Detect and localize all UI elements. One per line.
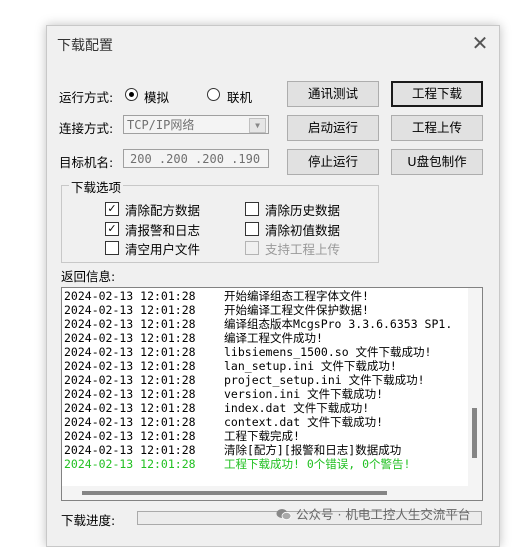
log-message: 编译组态版本McgsPro 3.3.6.6353 SP1. — [224, 317, 453, 331]
project-upload-button[interactable]: 工程上传 — [391, 115, 483, 141]
log-horizontal-scrollbar[interactable] — [62, 486, 468, 500]
log-time: 2024-02-13 12:01:28 — [64, 443, 196, 457]
download-options-title: 下载选项 — [69, 177, 124, 196]
progress-label: 下载进度: — [61, 513, 116, 528]
dialog-title: 下载配置 — [57, 38, 113, 54]
stop-run-button[interactable]: 停止运行 — [287, 149, 379, 175]
run-mode-label: 运行方式: — [59, 90, 114, 105]
radio-simulate[interactable] — [125, 88, 138, 101]
watermark: 公众号 · 机电工控人生交流平台 — [276, 504, 470, 523]
log-time: 2024-02-13 12:01:28 — [64, 303, 196, 317]
log-message: lan_setup.ini 文件下载成功! — [224, 359, 397, 373]
comm-test-button[interactable]: 通讯测试 — [287, 81, 379, 107]
project-download-button[interactable]: 工程下载 — [391, 81, 483, 107]
log-time: 2024-02-13 12:01:28 — [64, 345, 196, 359]
log-line: 2024-02-13 12:01:28 开始编译工程文件保护数据! — [64, 303, 369, 317]
log-line: 2024-02-13 12:01:28 工程下载成功! 0个错误, 0个警告! — [64, 457, 410, 471]
clear-initial-label: 清除初值数据 — [265, 223, 341, 238]
log-line: 2024-02-13 12:01:28 清除[配方][报警和日志]数据成功 — [64, 443, 401, 457]
log-message: 工程下载完成! — [224, 429, 300, 443]
log-message: context.dat 文件下载成功! — [224, 415, 384, 429]
clear-history-label: 清除历史数据 — [265, 203, 341, 218]
log-time: 2024-02-13 12:01:28 — [64, 289, 196, 303]
usb-package-button[interactable]: U盘包制作 — [391, 149, 483, 175]
log-line: 2024-02-13 12:01:28 编译组态版本McgsPro 3.3.6.6… — [64, 317, 452, 331]
clear-recipe-label: 清除配方数据 — [125, 203, 201, 218]
log-message: 开始编译工程文件保护数据! — [224, 303, 369, 317]
log-message: 编译工程文件成功! — [224, 331, 323, 345]
log-line: 2024-02-13 12:01:28 lan_setup.ini 文件下载成功! — [64, 359, 397, 373]
close-icon[interactable]: ✕ — [469, 32, 491, 54]
checkbox-clear-initial[interactable] — [245, 222, 259, 236]
log-time: 2024-02-13 12:01:28 — [64, 373, 196, 387]
radio-simulate-label: 模拟 — [144, 90, 170, 105]
support-upload-label: 支持工程上传 — [265, 242, 341, 257]
log-line: 2024-02-13 12:01:28 index.dat 文件下载成功! — [64, 401, 369, 415]
log-line: 2024-02-13 12:01:28 编译工程文件成功! — [64, 331, 323, 345]
connection-select[interactable]: TCP/IP网络 ▼ — [123, 115, 269, 134]
start-run-button[interactable]: 启动运行 — [287, 115, 379, 141]
log-time: 2024-02-13 12:01:28 — [64, 359, 196, 373]
log-time: 2024-02-13 12:01:28 — [64, 317, 196, 331]
checkbox-support-upload[interactable] — [245, 241, 259, 255]
log-line: 2024-02-13 12:01:28 开始编译组态工程字体文件! — [64, 289, 369, 303]
log-vertical-scrollbar[interactable] — [468, 288, 482, 500]
checkbox-clear-history[interactable] — [245, 202, 259, 216]
log-line: 2024-02-13 12:01:28 context.dat 文件下载成功! — [64, 415, 383, 429]
checkbox-clear-alarm-log[interactable]: ✓ — [105, 222, 119, 236]
watermark-text: 公众号 · 机电工控人生交流平台 — [295, 507, 471, 522]
connection-label: 连接方式: — [59, 121, 114, 136]
clear-alarm-log-label: 清报警和日志 — [125, 223, 201, 238]
download-config-dialog: 下载配置 ✕ 运行方式: 模拟 联机 连接方式: TCP/IP网络 ▼ 目标机名… — [46, 25, 500, 547]
log-vertical-thumb[interactable] — [472, 408, 477, 458]
target-ip-input[interactable]: 200 .200 .200 .190 — [123, 149, 269, 168]
log-message: 工程下载成功! 0个错误, 0个警告! — [224, 457, 411, 471]
radio-online[interactable] — [207, 88, 220, 101]
log-message: index.dat 文件下载成功! — [224, 401, 370, 415]
radio-online-label: 联机 — [227, 90, 253, 105]
log-message: libsiemens_1500.so 文件下载成功! — [224, 345, 432, 359]
checkbox-clear-user-files[interactable] — [105, 241, 119, 255]
chevron-down-icon[interactable]: ▼ — [249, 118, 266, 133]
connection-value: TCP/IP网络 — [127, 118, 195, 132]
log-message: 清除[配方][报警和日志]数据成功 — [224, 443, 402, 457]
log-time: 2024-02-13 12:01:28 — [64, 401, 196, 415]
log-line: 2024-02-13 12:01:28 工程下载完成! — [64, 429, 300, 443]
log-label: 返回信息: — [61, 269, 116, 284]
log-time: 2024-02-13 12:01:28 — [64, 429, 196, 443]
log-message: version.ini 文件下载成功! — [224, 387, 384, 401]
log-time: 2024-02-13 12:01:28 — [64, 457, 196, 471]
log-time: 2024-02-13 12:01:28 — [64, 387, 196, 401]
log-line: 2024-02-13 12:01:28 project_setup.ini 文件下… — [64, 373, 425, 387]
log-line: 2024-02-13 12:01:28 libsiemens_1500.so 文件… — [64, 345, 431, 359]
checkbox-clear-recipe[interactable]: ✓ — [105, 202, 119, 216]
log-time: 2024-02-13 12:01:28 — [64, 331, 196, 345]
target-label: 目标机名: — [59, 155, 114, 170]
clear-user-files-label: 清空用户文件 — [125, 242, 201, 257]
log-line: 2024-02-13 12:01:28 version.ini 文件下载成功! — [64, 387, 383, 401]
log-message: project_setup.ini 文件下载成功! — [224, 373, 425, 387]
wechat-icon — [276, 507, 296, 522]
log-textarea[interactable]: 2024-02-13 12:01:28 开始编译组态工程字体文件! 2024-02-… — [61, 287, 483, 501]
log-horizontal-thumb[interactable] — [82, 491, 387, 495]
log-time: 2024-02-13 12:01:28 — [64, 415, 196, 429]
log-message: 开始编译组态工程字体文件! — [224, 289, 369, 303]
